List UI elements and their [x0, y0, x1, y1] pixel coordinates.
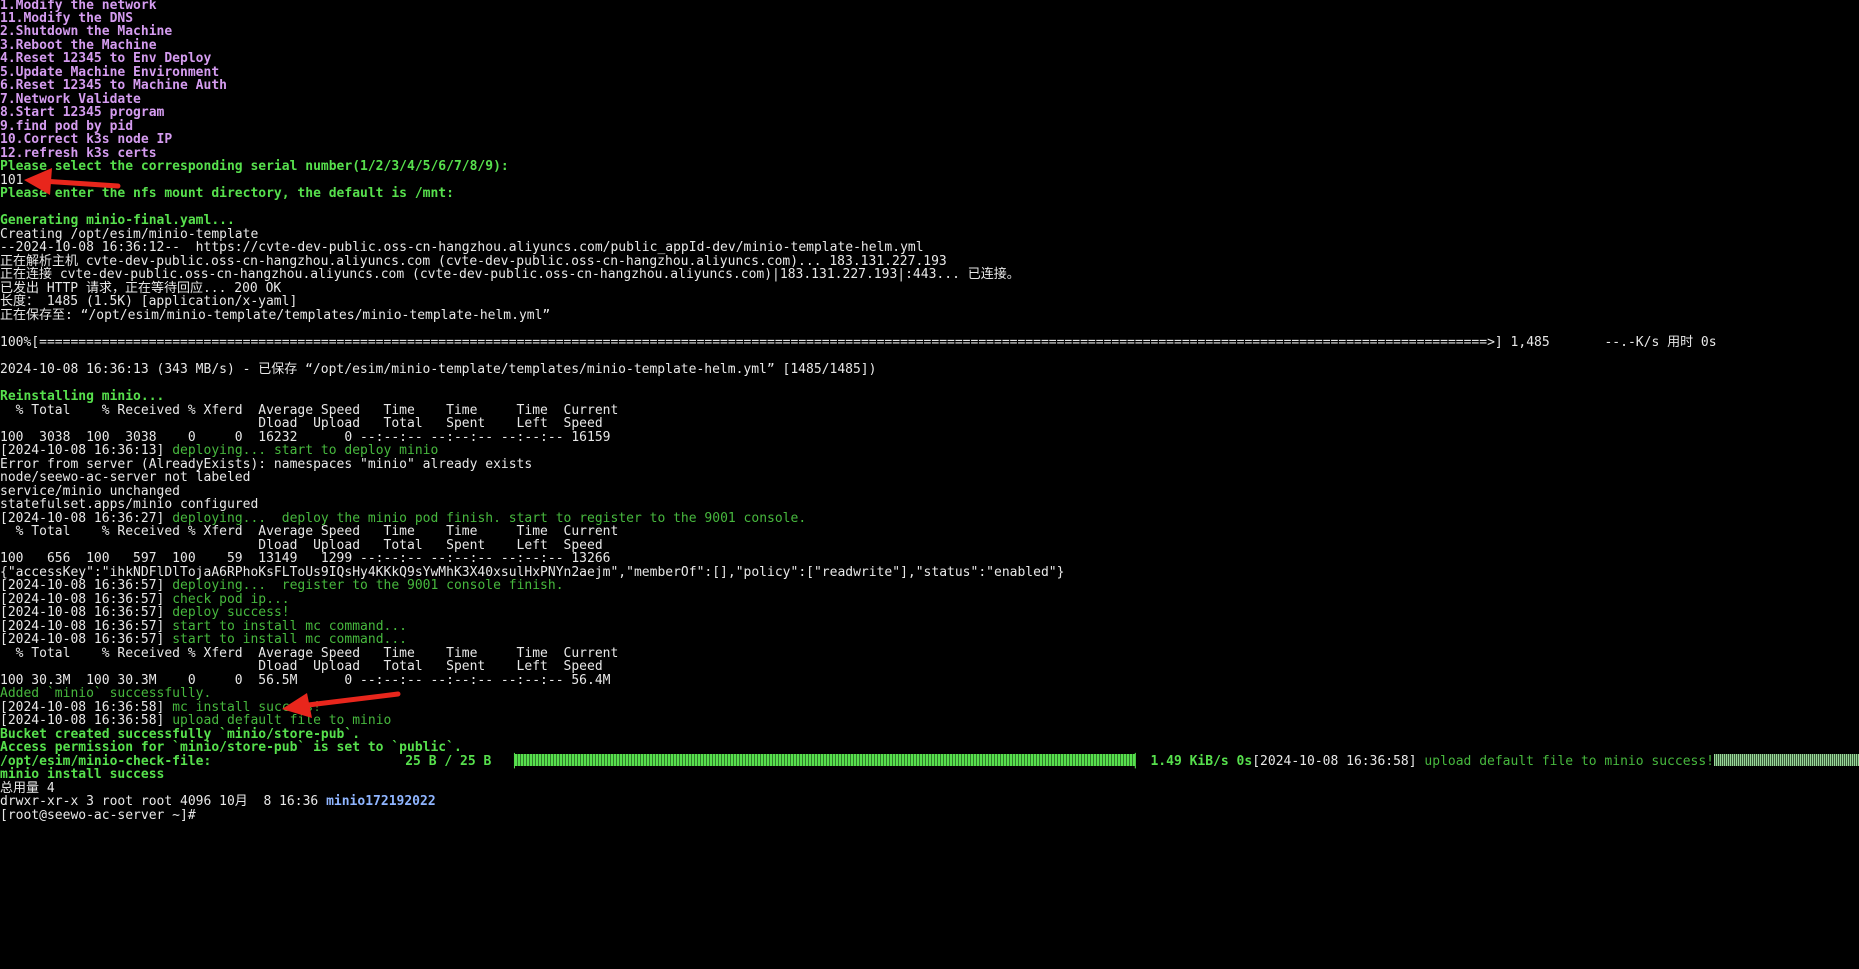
annotation-arrow-icon: [24, 168, 121, 195]
annotation-overlay: [24, 168, 401, 718]
annotation-arrow-icon: [282, 691, 401, 718]
terminal-window[interactable]: 1.Modify the network 11.Modify the DNS 2…: [0, 0, 1859, 969]
